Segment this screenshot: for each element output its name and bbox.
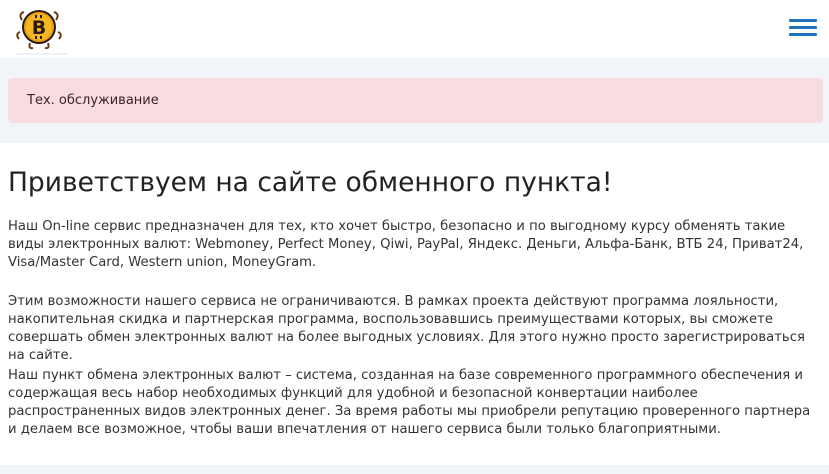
main-content: Приветствуем на сайте обменного пункта! … — [0, 143, 829, 465]
intro-paragraph: Наш On-line сервис предназначен для тех,… — [8, 219, 804, 270]
hamburger-menu-icon[interactable] — [789, 18, 817, 38]
page-title: Приветствуем на сайте обменного пункта! — [8, 167, 613, 198]
menu-bar — [789, 26, 817, 29]
bitcoin-logo-icon[interactable]: B — [10, 4, 68, 56]
alert-text: Тех. обслуживание — [27, 93, 159, 108]
svg-text:B: B — [32, 17, 46, 39]
menu-bar — [789, 19, 817, 22]
features-paragraph: Этим возможности нашего сервиса не огран… — [8, 294, 805, 363]
site-header: B — [0, 0, 829, 58]
about-paragraph: Наш пункт обмена электронных валют – сис… — [8, 368, 811, 437]
menu-bar — [789, 33, 817, 36]
maintenance-alert: Тех. обслуживание — [8, 78, 823, 123]
